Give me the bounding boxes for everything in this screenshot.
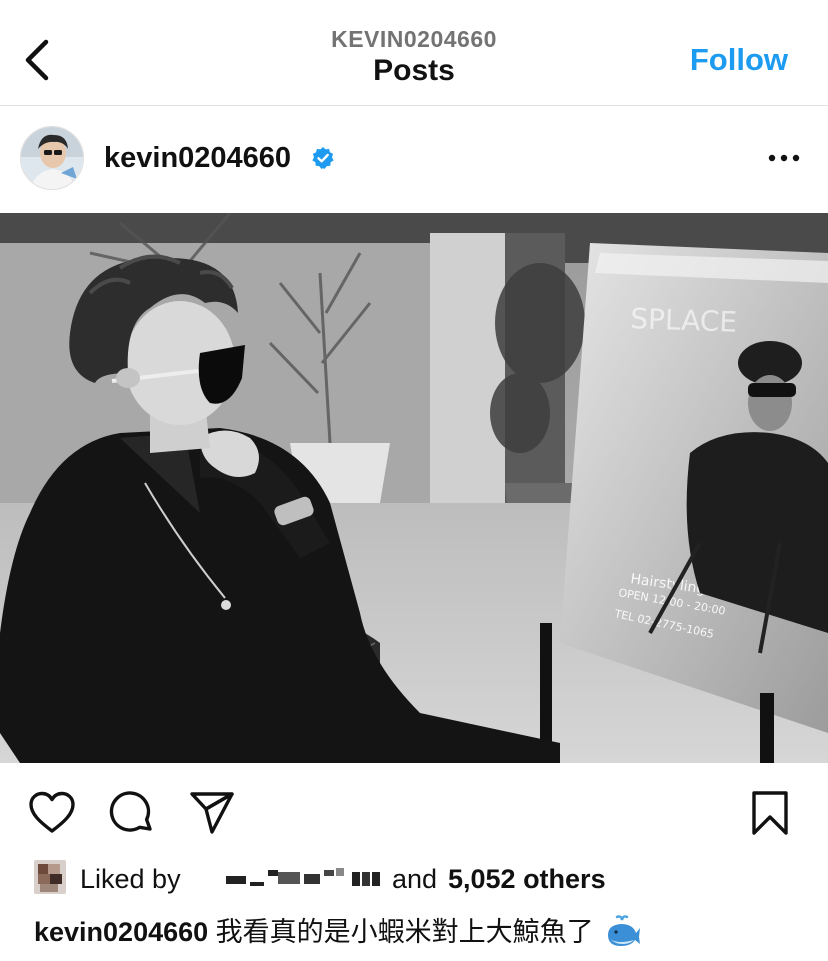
top-nav-header: KEVIN0204660 Posts Follow <box>0 0 828 106</box>
more-options-button[interactable] <box>768 148 800 168</box>
and-label: and <box>392 864 438 894</box>
save-button[interactable] <box>748 789 796 837</box>
post-photo-illustration: SPLACE Hairstyling OPEN 12:00 - 20:00 TE… <box>0 213 828 763</box>
send-icon <box>190 792 234 834</box>
share-button[interactable] <box>188 789 236 837</box>
post-photo[interactable]: SPLACE Hairstyling OPEN 12:00 - 20:00 TE… <box>0 213 828 763</box>
post-username[interactable]: kevin0204660 <box>104 142 291 175</box>
comment-icon <box>109 791 152 832</box>
liker-avatar[interactable] <box>34 860 66 894</box>
heart-icon <box>29 791 75 833</box>
sign-brand-text: SPLACE <box>630 302 738 339</box>
bookmark-icon <box>752 791 788 835</box>
caption-text: 我看真的是小蝦米對上大鯨魚了 <box>215 917 594 947</box>
caption-username[interactable]: kevin0204660 <box>34 917 208 947</box>
post-header: kevin0204660 <box>0 106 828 213</box>
verified-badge-icon <box>312 147 334 169</box>
follow-button[interactable]: Follow <box>690 42 788 78</box>
avatar[interactable] <box>20 126 84 190</box>
comment-button[interactable] <box>108 789 156 837</box>
like-button[interactable] <box>28 789 76 837</box>
redacted-liker-name[interactable] <box>224 868 384 890</box>
liked-by-label: Liked by <box>80 864 181 894</box>
post-caption: kevin0204660 我看真的是小蝦米對上大鯨魚了 <box>34 910 641 949</box>
others-count-link[interactable]: 5,052 others <box>448 864 606 895</box>
likes-row: Liked by and 5,052 others <box>34 860 814 898</box>
post-action-bar <box>0 763 828 858</box>
whale-emoji-icon <box>608 915 641 946</box>
more-horizontal-icon <box>768 154 800 162</box>
